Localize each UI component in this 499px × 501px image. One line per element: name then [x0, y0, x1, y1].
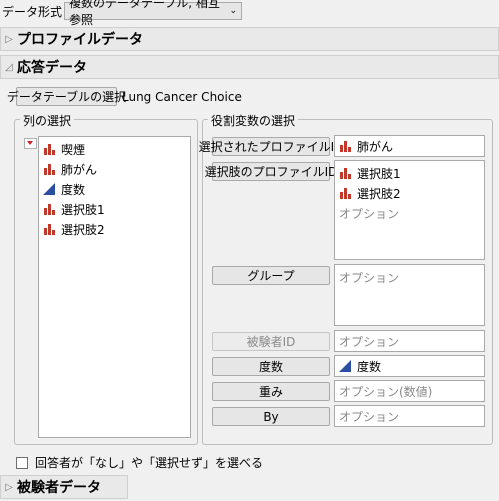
nominal-bar-icon: [44, 204, 55, 215]
red-triangle-menu-icon[interactable]: [24, 138, 37, 149]
nominal-bar-icon: [340, 168, 351, 179]
roles-panel-title: 役割変数の選択: [208, 112, 299, 129]
list-item[interactable]: 肺がん: [43, 159, 186, 179]
disclosure-collapsed-icon[interactable]: ▷: [3, 482, 15, 493]
freq-box[interactable]: 度数: [334, 355, 485, 377]
list-item[interactable]: 度数: [339, 358, 480, 374]
by-box[interactable]: オプション: [334, 405, 485, 427]
list-item-label: 選択肢2: [61, 222, 105, 237]
nominal-bar-icon: [340, 141, 351, 152]
placeholder-text: オプション: [339, 409, 400, 424]
list-item-label: 喫煙: [61, 142, 86, 157]
section-title-profile: プロファイルデータ: [17, 32, 143, 48]
list-item[interactable]: 選択肢1: [43, 199, 186, 219]
chevron-down-icon: ⌄: [229, 6, 237, 16]
list-item-label: 選択肢1: [61, 202, 105, 217]
nominal-bar-icon: [340, 188, 351, 199]
nominal-bar-icon: [44, 224, 55, 235]
weight-box[interactable]: オプション(数値): [334, 380, 485, 402]
selected-profile-id-box[interactable]: 肺がん: [334, 135, 485, 157]
section-subject-data[interactable]: ▷ 被験者データ: [0, 475, 128, 499]
freq-button[interactable]: 度数: [212, 357, 330, 376]
list-item-label: 選択肢2: [357, 186, 401, 201]
continuous-triangle-icon: [43, 183, 55, 195]
select-data-table-button[interactable]: データテーブルの選択: [7, 87, 126, 106]
list-item-label: 肺がん: [357, 139, 394, 154]
nominal-bar-icon: [44, 144, 55, 155]
choice-profile-id-box[interactable]: 選択肢1 選択肢2 オプション: [334, 160, 485, 260]
group-button[interactable]: グループ: [212, 266, 330, 285]
columns-panel-title: 列の選択: [20, 112, 75, 129]
allow-none-checkbox[interactable]: [16, 456, 28, 469]
placeholder-text: オプション: [339, 270, 400, 285]
data-format-select-value: 複数のデータテーブル, 相互参照: [69, 0, 220, 27]
list-item[interactable]: 選択肢1: [339, 163, 480, 183]
allow-none-label: 回答者が「なし」や「選択せず」を選べる: [35, 456, 264, 470]
section-title-response: 応答データ: [17, 60, 87, 76]
placeholder-text: オプション: [339, 206, 400, 221]
list-item-label: 選択肢1: [357, 166, 401, 181]
section-title-subject: 被験者データ: [17, 480, 101, 496]
weight-button[interactable]: 重み: [212, 382, 330, 401]
list-item[interactable]: 度数: [43, 179, 186, 199]
list-item[interactable]: 選択肢2: [339, 183, 480, 203]
section-profile-data[interactable]: ▷ プロファイルデータ: [0, 27, 499, 51]
data-table-name: Lung Cancer Choice: [122, 90, 242, 104]
continuous-triangle-icon: [339, 360, 351, 372]
placeholder-text: オプション(数値): [339, 384, 433, 399]
list-item[interactable]: 肺がん: [339, 138, 480, 154]
subject-id-box[interactable]: オプション: [334, 330, 485, 352]
subject-id-button: 被験者ID: [212, 332, 330, 351]
data-format-label: データ形式: [2, 5, 63, 19]
by-button[interactable]: By: [212, 407, 330, 426]
columns-list[interactable]: 喫煙肺がん度数選択肢1 選択肢2: [38, 136, 191, 438]
nominal-bar-icon: [44, 164, 55, 175]
list-item-label: 度数: [61, 182, 86, 197]
list-item[interactable]: 喫煙: [43, 139, 186, 159]
allow-none-option[interactable]: 回答者が「なし」や「選択せず」を選べる: [16, 454, 263, 471]
list-item-label: 肺がん: [61, 162, 98, 177]
list-item[interactable]: 選択肢2: [43, 219, 186, 239]
selected-profile-id-button[interactable]: 選択されたプロファイルID: [199, 137, 343, 156]
group-box[interactable]: オプション: [334, 264, 485, 326]
data-format-select[interactable]: 複数のデータテーブル, 相互参照 ⌄: [64, 0, 242, 27]
section-response-data[interactable]: ◿ 応答データ: [0, 55, 499, 79]
disclosure-collapsed-icon[interactable]: ▷: [3, 34, 15, 45]
choice-profile-id-button[interactable]: 選択肢のプロファイルID: [205, 162, 337, 181]
disclosure-expanded-icon[interactable]: ◿: [3, 62, 15, 73]
placeholder-text: オプション: [339, 334, 400, 349]
list-item-label: 度数: [357, 359, 382, 374]
